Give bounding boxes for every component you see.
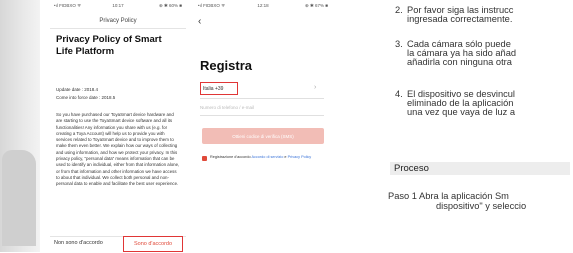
register-screen: •ıl FIDBXO ᯤ 12:18 ⊕ ✱ 67% ■ ‹ Registra … — [194, 0, 332, 252]
section-heading: Proceso — [390, 162, 570, 175]
agreement-checkbox[interactable] — [202, 156, 207, 161]
status-bar: •ıl FIDBXO ᯤ 12:18 ⊕ ✱ 67% ■ — [198, 3, 328, 11]
screen-header: Privacy Policy — [50, 14, 186, 29]
battery-status: ⊕ ✱ 60% ■ — [158, 3, 182, 8]
background-photo — [0, 0, 40, 252]
policy-body: So you have purchased our ToyaSmart devi… — [56, 112, 180, 187]
step-line: dispositivo" y seleccio — [436, 201, 527, 211]
status-bar: •ıl FIDBXO ᯤ 10:17 ⊕ ✱ 60% ■ — [54, 3, 182, 11]
item-number: 2. — [395, 5, 403, 15]
item-number: 3. — [395, 39, 403, 49]
get-verification-code-button[interactable]: Ottieni codice di verifica (SMS) — [202, 128, 324, 144]
step-1: Paso 1 Abra la aplicación Sm dispositivo… — [388, 191, 526, 211]
list-item: 2. Por favor siga las instrucc ingresada … — [395, 5, 513, 24]
page-title: Privacy Policy of Smart Life Platform — [56, 34, 162, 57]
item-line: añadirla con ninguna otra — [407, 57, 512, 67]
item-line: una vez que vaya de luz a — [407, 107, 516, 117]
privacy-policy-link[interactable]: Privacy Policy — [288, 155, 312, 159]
back-chevron-icon[interactable]: ‹ — [198, 16, 201, 27]
manual-text: 2. Por favor siga las instrucc ingresada … — [340, 0, 573, 252]
force-date: Come into force date : 2018.5 — [56, 95, 116, 100]
agree-button[interactable]: Sono d'accordo — [123, 236, 183, 252]
page-title: Registra — [200, 58, 253, 73]
list-item: 4. El dispositivo se desvincul eliminado … — [395, 89, 516, 117]
service-agreement-link[interactable]: Accordo di servizio — [251, 155, 283, 159]
item-number: 4. — [395, 89, 403, 99]
step-line: Paso 1 Abra la aplicación Sm — [388, 191, 509, 201]
divider — [200, 98, 324, 99]
update-date: Update date : 2018.4 — [56, 87, 99, 92]
item-line: ingresada correctamente. — [407, 14, 513, 24]
battery-status: ⊕ ✱ 67% ■ — [304, 3, 328, 8]
list-item: 3. Cada cámara sólo puede la cámara ya ha… — [395, 39, 516, 67]
privacy-policy-screen: •ıl FIDBXO ᯤ 10:17 ⊕ ✱ 60% ■ Privacy Pol… — [50, 0, 186, 252]
hand-image — [2, 150, 36, 246]
agreement-text: Registrazione d'accordo Accordo di servi… — [210, 155, 322, 160]
agreement-prefix: Registrazione d'accordo — [210, 155, 252, 159]
disagree-button[interactable]: Non sono d'accordo — [54, 240, 103, 246]
phone-email-input[interactable] — [200, 102, 320, 112]
policy-footer: Non sono d'accordo Sono d'accordo — [50, 236, 186, 253]
country-selector[interactable]: Italia +39 — [200, 82, 238, 95]
chevron-right-icon[interactable]: › — [314, 84, 316, 91]
divider — [200, 115, 324, 116]
